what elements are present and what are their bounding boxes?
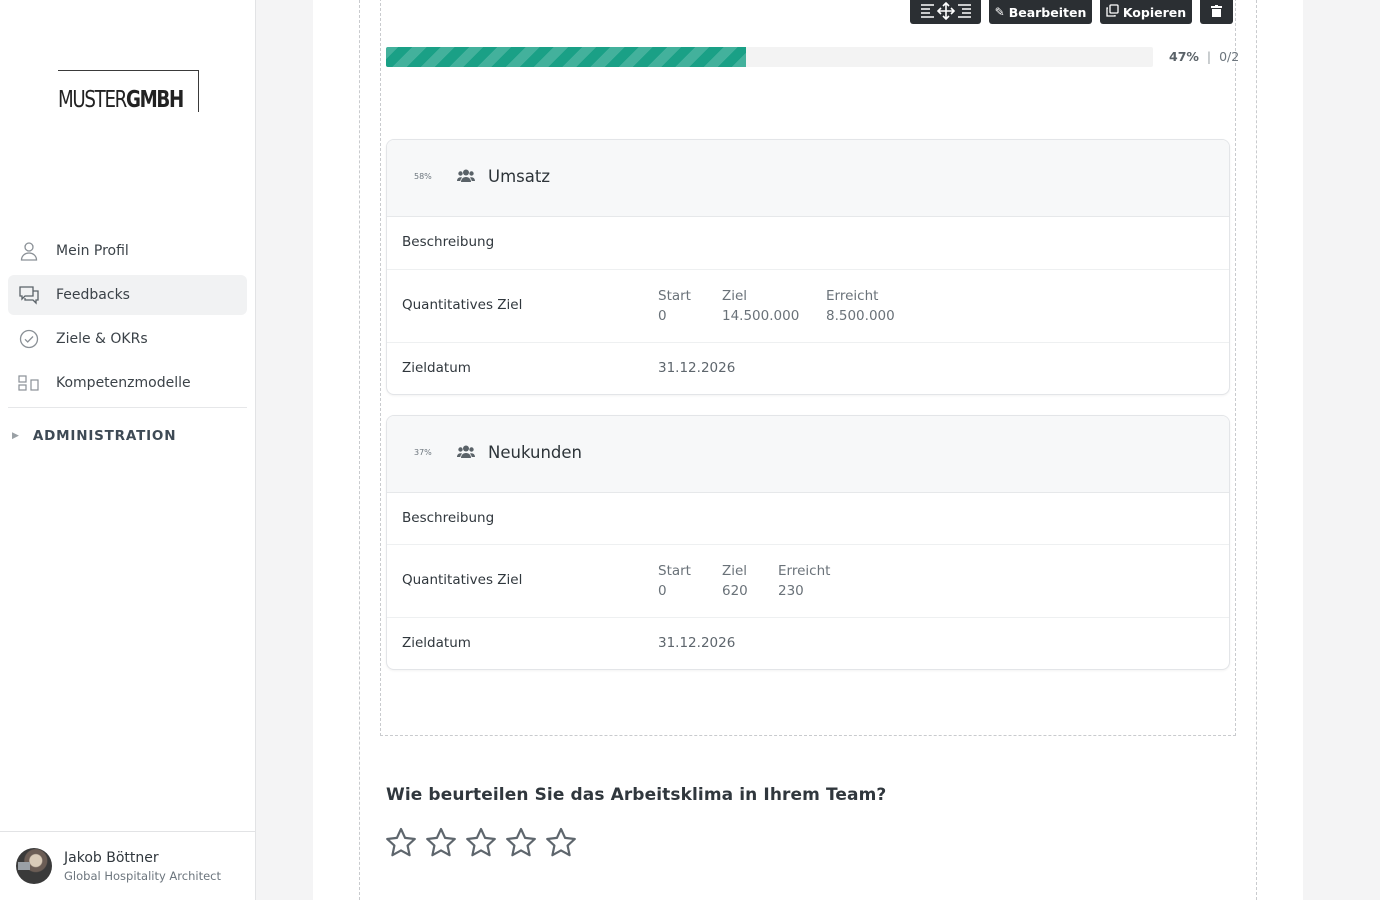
goal-card-header[interactable]: 58% Umsatz [387,140,1229,217]
target-label: Ziel [722,288,748,304]
goal-progress-fill [386,47,747,67]
check-circle-icon [18,328,40,350]
star-rating [384,826,584,860]
question-title: Wie beurteilen Sie das Arbeitsklima in I… [386,785,887,805]
edit-button-label: Bearbeiten [1008,4,1087,20]
date-label: Zieldatum [402,635,471,651]
sidebar-item-label: Mein Profil [56,243,129,259]
achieved-value: 230 [778,583,804,599]
achieved-label: Erreicht [826,288,879,304]
sidebar-item-ziele-okrs[interactable]: Ziele & OKRs [8,319,247,359]
description-label: Beschreibung [402,510,495,526]
start-value: 0 [658,308,667,324]
goal-percent: 37% [414,448,432,457]
goal-progress-bar [386,47,1153,67]
achieved-label: Erreicht [778,563,831,579]
edit-button[interactable]: ✎ Bearbeiten [989,0,1092,24]
sidebar: MUSTERGMBH Mein Profil Feedbacks Ziele &… [0,0,256,900]
sidebar-item-kompetenzmodelle[interactable]: Kompetenzmodelle [8,363,247,403]
trash-icon [1211,4,1222,20]
start-column: Start 0 [658,286,691,326]
goal-card-header[interactable]: 37% Neukunden [387,416,1229,493]
date-value: 31.12.2026 [658,360,736,376]
date-value: 31.12.2026 [658,635,736,651]
user-name: Jakob Böttner [64,850,159,866]
start-value: 0 [658,583,667,599]
star-icon[interactable] [544,826,578,860]
target-value: 14.500.000 [722,308,800,324]
sidebar-nav: Mein Profil Feedbacks Ziele & OKRs Kompe… [8,231,247,408]
goal-date-row: Zieldatum 31.12.2026 [387,618,1229,669]
company-logo[interactable]: MUSTERGMBH [58,70,199,113]
users-icon [457,168,475,186]
goal-quantitative-row: Quantitatives Ziel Start 0 Ziel 14.500.0… [387,270,1229,343]
admin-label: ADMINISTRATION [32,428,177,444]
copy-icon [1106,4,1119,20]
star-icon[interactable] [384,826,418,860]
move-icon [920,1,972,23]
progress-percent: 47% [1169,49,1199,64]
goal-percent: 58% [414,172,432,181]
achieved-column: Erreicht 8.500.000 [826,286,895,326]
goal-card-umsatz: 58% Umsatz Beschreibung Quantitatives Zi… [386,139,1230,395]
progress-separator: | [1206,49,1212,64]
progress-count: 0/2 [1219,49,1240,64]
progress-summary: 47% | 0/2 [1169,49,1239,64]
achieved-value: 8.500.000 [826,308,895,324]
user-profile[interactable]: Jakob Böttner Global Hospitality Archite… [0,831,255,900]
target-label: Ziel [722,563,748,579]
user-icon [18,240,40,262]
sidebar-item-label: Ziele & OKRs [56,331,148,347]
goal-title: Umsatz [488,167,550,186]
goal-quantitative-row: Quantitatives Ziel Start 0 Ziel 620 Erre… [387,545,1229,618]
pencil-icon: ✎ [994,5,1005,19]
goal-date-row: Zieldatum 31.12.2026 [387,343,1229,394]
copy-button[interactable]: Kopieren [1100,0,1192,24]
users-icon [457,444,475,462]
quantitative-label: Quantitatives Ziel [402,572,523,588]
nav-divider [8,407,247,408]
chat-icon [18,284,40,306]
start-label: Start [658,288,691,304]
delete-button[interactable] [1200,0,1233,24]
page-background [1303,0,1380,900]
date-label: Zieldatum [402,360,471,376]
goal-description-row: Beschreibung [387,217,1229,270]
user-role: Global Hospitality Architect [64,869,221,883]
logo-text-bold: GMBH [125,87,184,113]
move-button[interactable] [910,0,981,24]
target-value: 620 [722,583,748,599]
star-icon[interactable] [504,826,538,860]
description-label: Beschreibung [402,234,495,250]
star-icon[interactable] [464,826,498,860]
target-column: Ziel 14.500.000 [722,286,799,326]
star-icon[interactable] [424,826,458,860]
sidebar-item-mein-profil[interactable]: Mein Profil [8,231,247,271]
sidebar-item-feedbacks[interactable]: Feedbacks [8,275,247,315]
goal-description-row: Beschreibung [387,493,1229,545]
start-column: Start 0 [658,561,691,601]
goal-title: Neukunden [488,443,582,462]
logo-text-thin: MUSTER [58,87,127,113]
quantitative-label: Quantitatives Ziel [402,297,523,313]
caret-right-icon: ▶ [12,431,19,441]
avatar [16,848,52,884]
sidebar-item-label: Kompetenzmodelle [56,375,191,391]
target-column: Ziel 620 [722,561,748,601]
sidebar-item-label: Feedbacks [56,287,130,303]
copy-button-label: Kopieren [1122,4,1187,20]
achieved-column: Erreicht 230 [778,561,830,601]
start-label: Start [658,563,691,579]
goal-card-neukunden: 37% Neukunden Beschreibung Quantitatives… [386,415,1230,670]
sidebar-item-administration[interactable]: ▶ ADMINISTRATION [12,428,176,444]
grid-icon [18,372,40,394]
